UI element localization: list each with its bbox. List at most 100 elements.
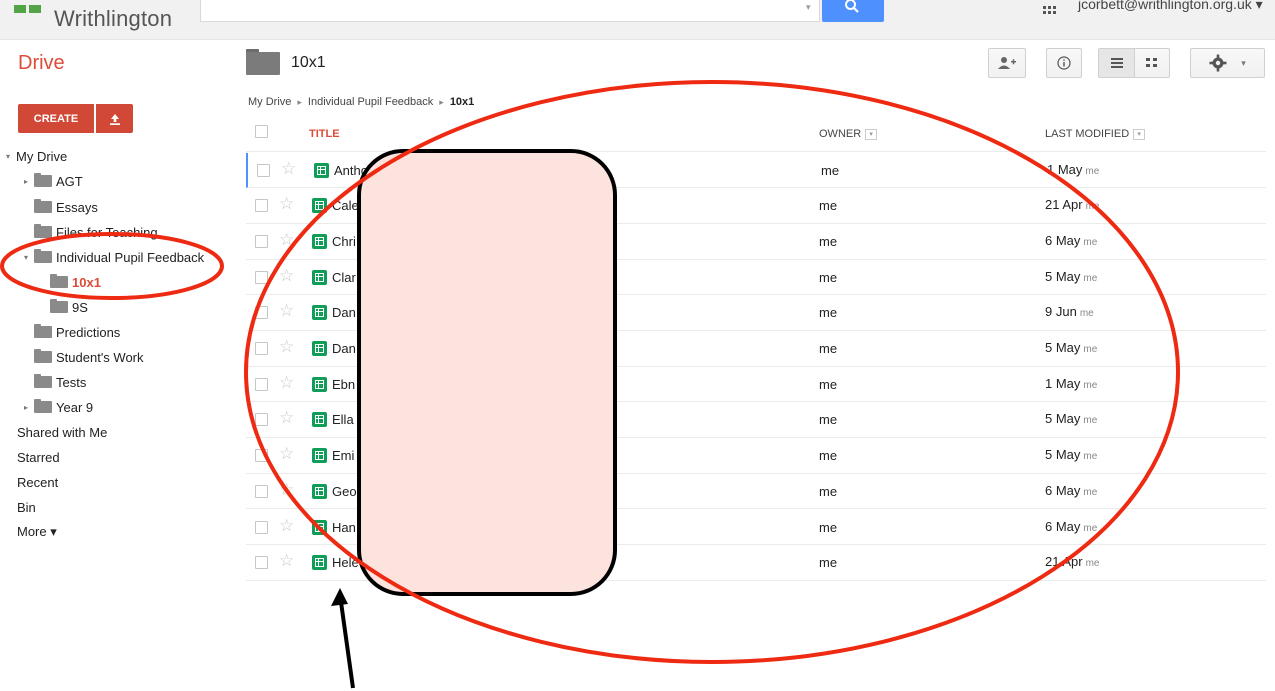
row-checkbox[interactable] [255,199,268,213]
sidebar-item-shared-with-me[interactable]: Shared with Me [17,423,107,441]
file-name[interactable]: Dan [332,305,356,320]
star-icon[interactable]: ☆ [281,159,296,179]
file-name[interactable]: Ebn [332,377,355,392]
star-icon[interactable]: ☆ [279,480,294,500]
table-row[interactable]: ☆ Hele me 21 Apr me [246,545,1266,581]
sort-dropdown-icon[interactable]: ▾ [865,128,878,140]
column-header-label: TITLE [309,128,340,140]
select-all-checkbox[interactable] [255,125,268,138]
star-icon[interactable]: ☆ [279,444,294,464]
table-row[interactable]: ☆ Dan me 5 May me [246,331,1266,367]
row-checkbox[interactable] [255,306,268,320]
row-checkbox[interactable] [255,520,268,534]
column-header-last-modified[interactable]: LAST MODIFIED ▾ [1045,128,1146,140]
breadcrumb-item-my-drive[interactable]: My Drive [248,96,291,108]
table-row[interactable]: ☆ Antho me 1 May me [246,152,1266,189]
sidebar-item-starred[interactable]: Starred [17,448,60,466]
search-input[interactable] [200,0,820,22]
star-icon[interactable]: ☆ [279,408,294,428]
modified-by: me [1079,308,1094,320]
table-row[interactable]: ☆ Geo me 6 May me [246,474,1266,510]
file-name[interactable]: Clar [332,270,356,285]
star-icon[interactable]: ☆ [279,230,294,250]
expand-arrow-icon[interactable]: ▸ [24,403,34,412]
row-checkbox[interactable] [255,270,268,284]
school-logo-icon [14,0,44,13]
sidebar-item-agt[interactable]: ▸ AGT [24,172,83,190]
table-row[interactable]: ☆ Emi me 5 May me [246,438,1266,474]
expand-arrow-icon[interactable]: ▾ [6,152,16,161]
star-icon[interactable]: ☆ [279,194,294,214]
table-row[interactable]: ☆ Chri me 6 May me [246,224,1266,260]
sidebar-item-year-9[interactable]: ▸ Year 9 [24,398,93,416]
sidebar-item-recent[interactable]: Recent [17,473,58,491]
sidebar-item-9s[interactable]: 9S [50,298,88,316]
file-name[interactable]: Dan [332,341,356,356]
table-row[interactable]: ☆ Ella me 5 May me [246,402,1266,439]
row-checkbox[interactable] [255,449,268,463]
column-header-title[interactable]: TITLE [309,128,340,140]
search-button[interactable] [822,0,884,22]
sidebar-item-10x1[interactable]: 10x1 [50,273,101,291]
details-button[interactable] [1046,48,1082,78]
star-icon[interactable]: ☆ [279,266,294,286]
row-checkbox[interactable] [255,413,268,427]
table-row[interactable]: ☆ Clar me 5 May me [246,260,1266,296]
file-name[interactable]: Cale [332,198,359,213]
folder-icon [246,49,280,75]
row-checkbox[interactable] [255,342,268,355]
table-row[interactable]: ☆ Han me 6 May me [246,510,1266,546]
sidebar-item-bin[interactable]: Bin [17,498,36,516]
expand-arrow-icon[interactable]: ▾ [24,253,34,262]
search-options-caret-icon[interactable]: ▾ [806,2,811,13]
folder-icon [34,324,52,338]
row-checkbox[interactable] [255,484,268,498]
app-title[interactable]: Drive [18,52,65,75]
star-icon[interactable]: ☆ [279,301,294,321]
sort-dropdown-icon[interactable]: ▾ [1133,128,1146,140]
file-name[interactable]: Emi [332,448,354,463]
list-view-button[interactable] [1098,48,1134,78]
account-menu[interactable]: jcorbett@writhlington.org.uk ▾ [1078,0,1263,13]
row-checkbox[interactable] [255,556,268,570]
file-name[interactable]: Geo [332,484,357,499]
settings-button[interactable]: ▾ [1190,48,1265,78]
row-checkbox[interactable] [255,234,268,248]
row-checkbox[interactable] [257,163,270,177]
apps-grid-icon[interactable] [1043,6,1057,16]
expand-arrow-icon[interactable]: ▸ [24,177,34,186]
file-name[interactable]: Ella [332,412,354,427]
sidebar-item-my-drive[interactable]: ▾ My Drive [6,147,67,165]
sidebar-item-files-for-teaching[interactable]: Files for Teaching [34,223,158,241]
sidebar-item-tests[interactable]: Tests [34,373,86,391]
file-name[interactable]: Chri [332,234,356,249]
file-name[interactable]: Han [332,520,356,535]
star-icon[interactable]: ☆ [279,373,294,393]
sidebar-item-more[interactable]: More ▾ [17,523,57,541]
sidebar-item-students-work[interactable]: Student's Work [34,348,144,366]
table-row[interactable]: ☆ Cale me 21 Apr me [246,188,1266,224]
file-name[interactable]: Antho [334,163,368,178]
star-icon[interactable]: ☆ [279,337,294,357]
table-row[interactable]: ☆ Ebn me 1 May me [246,367,1266,403]
share-button[interactable] [988,48,1026,78]
spreadsheet-icon [312,233,327,249]
column-header-owner[interactable]: OWNER ▾ [819,128,878,140]
table-row[interactable]: ☆ Dan me 9 Jun me [246,295,1266,331]
sidebar-item-essays[interactable]: Essays [34,198,98,216]
create-button[interactable]: CREATE [18,104,94,133]
folder-icon [34,199,52,213]
breadcrumb-item-individual-pupil-feedback[interactable]: Individual Pupil Feedback [308,96,433,108]
school-logo-text[interactable]: Writhlington [54,6,172,32]
folder-icon [34,374,52,388]
folder-icon [50,299,68,313]
upload-button[interactable] [96,104,133,133]
star-icon[interactable]: ☆ [279,551,294,571]
file-name[interactable]: Hele [332,555,359,570]
sidebar-item-individual-pupil-feedback[interactable]: ▾ Individual Pupil Feedback [24,248,204,266]
sidebar-item-predictions[interactable]: Predictions [34,323,120,341]
grid-view-button[interactable] [1134,48,1170,78]
folder-icon [34,224,52,238]
row-checkbox[interactable] [255,377,268,391]
star-icon[interactable]: ☆ [279,516,294,536]
